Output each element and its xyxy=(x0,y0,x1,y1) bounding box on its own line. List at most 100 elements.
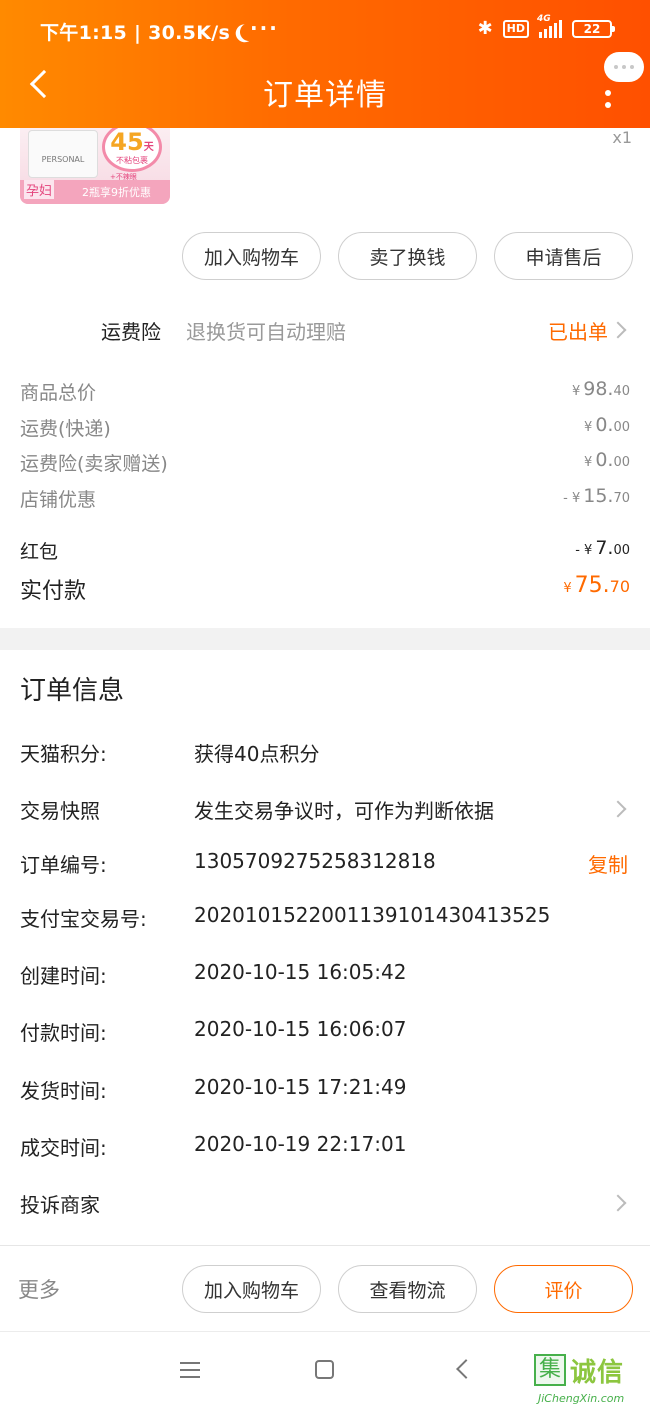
price-row-shipping: 运费(快递) ¥0.00 xyxy=(0,414,650,444)
watermark-logo: 集 诚信 JiChengXin.com xyxy=(532,1352,650,1405)
yen-sign: ¥ xyxy=(584,455,593,470)
info-row-points: 天猫积分: 获得40点积分 xyxy=(0,738,650,772)
price-int: 7. xyxy=(595,537,614,559)
info-value: 2020-10-15 16:06:07 xyxy=(194,1017,407,1041)
system-nav-bar: 集 诚信 JiChengXin.com xyxy=(0,1331,650,1408)
info-row-paid: 付款时间: 2020-10-15 16:06:07 xyxy=(0,1017,650,1051)
info-row-alipay-number: 支付宝交易号: 2020101522001139101430413525 xyxy=(0,903,650,937)
hd-icon: HD xyxy=(502,19,529,38)
nav-back-icon[interactable] xyxy=(456,1359,476,1379)
price-int: 98. xyxy=(583,378,614,400)
status-time-speed: 下午1:15 | 30.5K/s xyxy=(40,22,231,44)
price-dec: 00 xyxy=(613,420,630,435)
thumb-no-bag: 不粘包裹 xyxy=(116,156,148,165)
price-label: 运费险(卖家赠送) xyxy=(20,453,168,475)
price-row-goods: 商品总价 ¥98.40 xyxy=(0,378,650,408)
watermark-mark: 集 xyxy=(534,1354,566,1386)
status-more: ··· xyxy=(250,16,279,40)
thumb-brand: PERSONAL xyxy=(41,155,85,164)
product-image[interactable]: PERSONAL 45天 不粘包裹 +不辣眼 孕妇 2瓶享9折优惠 xyxy=(20,128,170,204)
price-row-red-packet: 红包 - ¥7.00 xyxy=(0,537,650,567)
bottom-add-to-cart-button[interactable]: 加入购物车 xyxy=(182,1265,321,1313)
view-logistics-button[interactable]: 查看物流 xyxy=(338,1265,477,1313)
chevron-right-icon xyxy=(609,1194,627,1212)
thumb-days-unit: 天 xyxy=(143,142,154,153)
recent-apps-icon[interactable] xyxy=(180,1362,200,1378)
price-value: ¥98.40 xyxy=(572,378,630,400)
chevron-right-icon xyxy=(609,800,627,818)
network-type: 4G xyxy=(537,13,551,24)
status-left: 下午1:15 | 30.5K/s xyxy=(40,18,258,45)
insurance-status: 已出单 xyxy=(548,320,608,344)
status-bar: 下午1:15 | 30.5K/s ··· ✱ HD 4G 22 xyxy=(0,14,650,50)
price-int: 75. xyxy=(574,573,610,598)
price-dec: 40 xyxy=(613,384,630,399)
price-int: 15. xyxy=(583,485,614,507)
info-value: 2020-10-19 22:17:01 xyxy=(194,1132,407,1156)
battery-icon: 22 xyxy=(572,19,615,38)
yen-sign: ¥ xyxy=(571,491,581,506)
info-label: 天猫积分: xyxy=(20,742,107,766)
yen-sign: ¥ xyxy=(584,543,593,558)
more-button[interactable]: 更多 xyxy=(18,1274,60,1304)
review-button[interactable]: 评价 xyxy=(494,1265,633,1313)
price-row-total: 实付款 ¥75.70 xyxy=(0,573,650,607)
page-title: 订单详情 xyxy=(263,78,387,113)
home-icon[interactable] xyxy=(315,1360,334,1379)
price-label: 运费(快递) xyxy=(20,418,111,440)
info-label: 订单编号: xyxy=(20,853,107,877)
chevron-right-icon xyxy=(609,321,627,339)
status-right: ✱ HD 4G 22 xyxy=(477,14,615,39)
info-row-complain[interactable]: 投诉商家 xyxy=(0,1189,650,1223)
info-row-order-number: 订单编号: 1305709275258312818 复制 xyxy=(0,849,650,883)
price-label: 商品总价 xyxy=(20,382,97,404)
thumb-days-number: 45 xyxy=(110,128,144,156)
more-menu-icon[interactable] xyxy=(603,90,613,108)
price-dec: 70 xyxy=(609,577,630,596)
red-packet-value: - ¥7.00 xyxy=(575,537,630,559)
bluetooth-icon: ✱ xyxy=(477,18,493,39)
info-row-snapshot[interactable]: 交易快照 发生交易争议时，可作为判断依据 xyxy=(0,795,650,829)
thumb-badge: 45天 不粘包裹 xyxy=(102,128,162,172)
bottom-action-bar: 更多 加入购物车 查看物流 评价 xyxy=(0,1245,650,1331)
yen-sign: ¥ xyxy=(584,420,593,435)
price-value: - ¥15.70 xyxy=(563,485,630,507)
price-value: ¥0.00 xyxy=(584,414,630,436)
info-label: 交易快照 xyxy=(20,799,100,823)
insurance-label: 运费险 xyxy=(101,320,161,344)
thumb-pregnant: 孕妇 xyxy=(24,180,55,199)
info-value: 发生交易争议时，可作为判断依据 xyxy=(194,799,494,823)
info-label: 投诉商家 xyxy=(20,1193,100,1217)
thumb-bottom-strip: 孕妇 2瓶享9折优惠 xyxy=(20,180,170,204)
signal-icon: 4G xyxy=(537,14,562,38)
product-quantity: x1 xyxy=(612,128,632,147)
price-dec: 00 xyxy=(613,543,630,558)
red-packet-label: 红包 xyxy=(20,541,59,563)
price-int: 0. xyxy=(595,449,614,471)
after-sales-button[interactable]: 申请售后 xyxy=(494,232,633,280)
price-dec: 00 xyxy=(613,455,630,470)
info-label: 创建时间: xyxy=(20,964,107,988)
info-value: 2020-10-15 17:21:49 xyxy=(194,1075,407,1099)
price-prefix: - xyxy=(563,491,572,506)
copy-button[interactable]: 复制 xyxy=(588,849,628,878)
message-bubble-icon[interactable] xyxy=(604,52,644,82)
total-value: ¥75.70 xyxy=(563,573,630,598)
price-prefix: - xyxy=(575,543,585,558)
add-to-cart-button[interactable]: 加入购物车 xyxy=(182,232,321,280)
product-box: PERSONAL xyxy=(28,130,98,178)
shipping-insurance-row[interactable]: 运费险 退换货可自动理赔 已出单 xyxy=(0,312,650,348)
yen-sign: ¥ xyxy=(571,384,581,399)
watermark-domain: JiChengXin.com xyxy=(538,1392,625,1405)
resell-button[interactable]: 卖了换钱 xyxy=(338,232,477,280)
order-info-title: 订单信息 xyxy=(20,676,125,706)
thumb-offer: 2瓶享9折优惠 xyxy=(82,186,151,199)
info-label: 支付宝交易号: xyxy=(20,907,147,931)
total-label: 实付款 xyxy=(20,579,87,604)
price-row-shop-discount: 店铺优惠 - ¥15.70 xyxy=(0,485,650,515)
info-value: 2020101522001139101430413525 xyxy=(194,903,551,927)
info-label: 发货时间: xyxy=(20,1079,107,1103)
info-row-created: 创建时间: 2020-10-15 16:05:42 xyxy=(0,960,650,994)
insurance-desc: 退换货可自动理赔 xyxy=(186,320,346,344)
section-divider xyxy=(0,628,650,650)
